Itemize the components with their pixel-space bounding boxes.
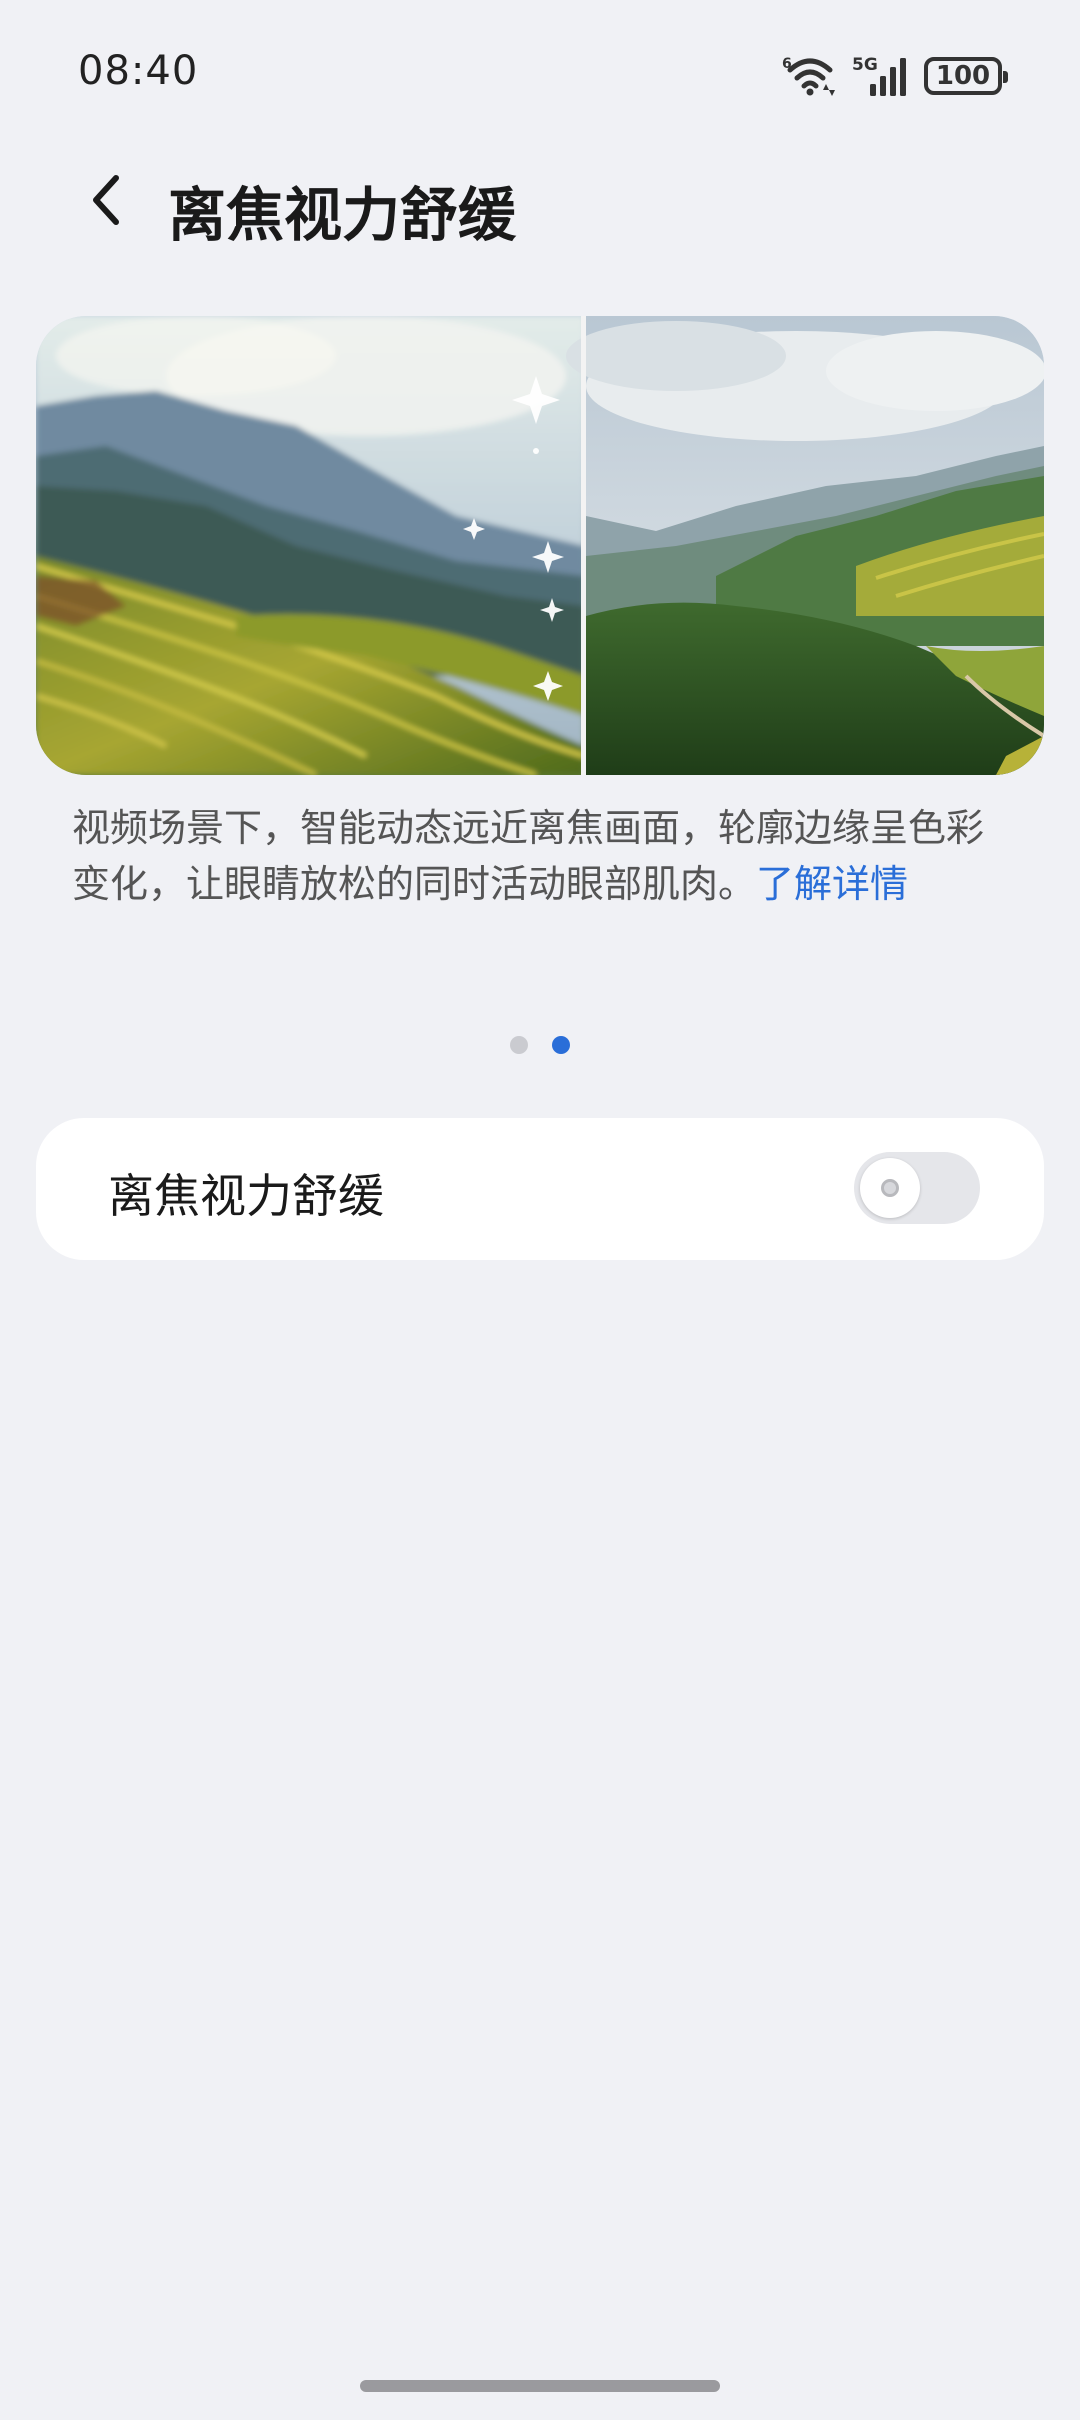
header: 离焦视力舒缓 xyxy=(0,150,1080,250)
page-title: 离焦视力舒缓 xyxy=(168,181,517,249)
page-indicator xyxy=(0,1036,1080,1056)
wifi-icon: 6 xyxy=(782,56,835,96)
screen: 08:40 6 5G 100 离焦视力舒缓 视频场景下，智能动态远近离焦画面，轮… xyxy=(0,0,1080,2420)
page-dot-1[interactable] xyxy=(510,1036,528,1054)
status-time: 08:40 xyxy=(78,48,199,94)
toggle-off-indicator-icon xyxy=(881,1179,899,1197)
chevron-left-icon xyxy=(93,175,119,225)
home-indicator[interactable] xyxy=(360,2380,720,2392)
status-icons: 6 5G 100 xyxy=(782,52,1008,100)
page-dot-2-active[interactable] xyxy=(552,1036,570,1054)
back-button[interactable] xyxy=(70,164,142,236)
battery-level: 100 xyxy=(935,61,991,91)
feature-description: 视频场景下，智能动态远近离焦画面，轮廓边缘呈色彩变化，让眼睛放松的同时活动眼部肌… xyxy=(72,800,1012,912)
learn-more-link[interactable]: 了解详情 xyxy=(756,862,908,906)
signal-icon: 5G xyxy=(852,55,906,96)
setting-label: 离焦视力舒缓 xyxy=(108,1169,384,1223)
svg-text:5G: 5G xyxy=(852,55,878,75)
setting-card: 离焦视力舒缓 xyxy=(36,1118,1044,1260)
feature-toggle-switch[interactable] xyxy=(854,1152,980,1224)
comparison-divider[interactable] xyxy=(581,316,586,775)
feature-banner-image[interactable] xyxy=(36,316,1044,775)
toggle-knob xyxy=(860,1158,920,1218)
landscape-illustration xyxy=(36,316,1044,775)
battery-icon: 100 xyxy=(924,57,1008,95)
status-bar: 08:40 6 5G 100 xyxy=(0,0,1080,150)
